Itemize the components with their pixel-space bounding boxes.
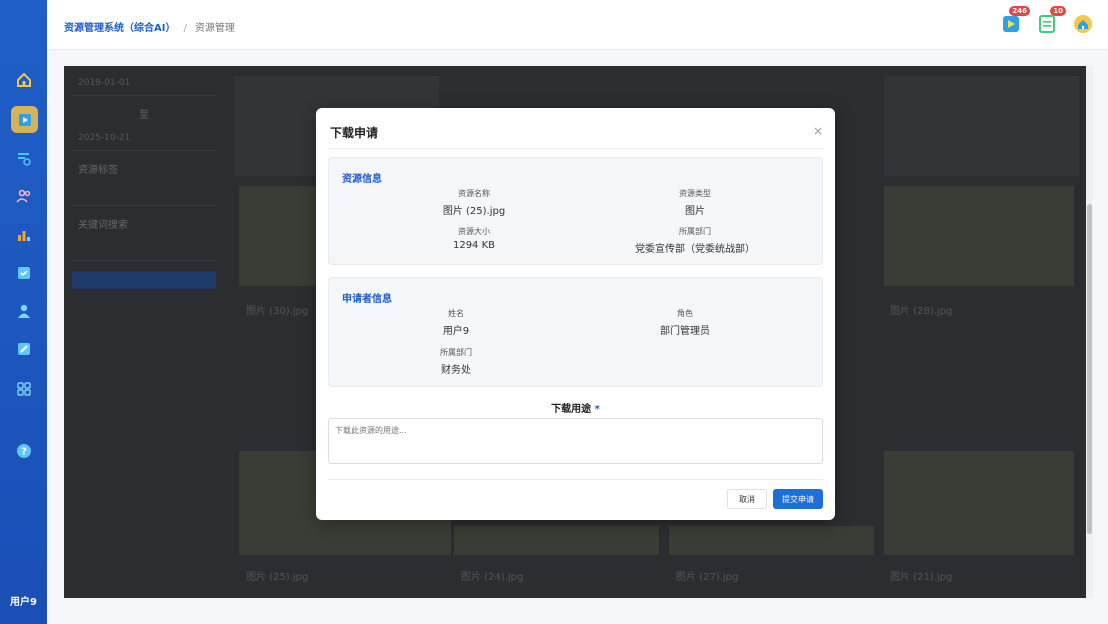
- card: [884, 76, 1079, 176]
- users-icon[interactable]: [0, 183, 47, 209]
- applicant-info-title: 申请者信息: [342, 294, 392, 305]
- required-mark: *: [594, 404, 600, 415]
- resource-label-select: [72, 184, 216, 206]
- applicant-name-label: 姓名: [448, 309, 464, 318]
- applicant-role-label: 角色: [677, 309, 693, 318]
- applicant-dept: 所属部门 财务处: [356, 347, 556, 376]
- applicant-dept-value: 财务处: [441, 365, 471, 376]
- video-badge: 246: [1009, 6, 1030, 16]
- resource-label-title: 资源标签: [78, 165, 118, 176]
- breadcrumb-separator: /: [183, 23, 187, 34]
- card-name: 图片 (24).jpg: [461, 572, 524, 583]
- resource-dept-value: 党委宣传部（党委统战部）: [635, 244, 755, 255]
- date-start: 2019-01-01: [72, 74, 216, 96]
- resource-dept: 所属部门 党委宣传部（党委统战部）: [595, 226, 795, 255]
- list-badge: 10: [1050, 6, 1066, 16]
- divider: [328, 148, 823, 149]
- person-icon[interactable]: [0, 298, 47, 324]
- divider: [328, 479, 823, 480]
- resource-dept-label: 所属部门: [679, 227, 711, 236]
- chart-icon[interactable]: [0, 222, 47, 248]
- resource-size: 资源大小 1294 KB: [374, 226, 574, 251]
- dialog-title: 下载申请: [330, 126, 379, 140]
- applicant-role-value: 部门管理员: [660, 326, 710, 337]
- keyword-title: 关键词搜索: [78, 220, 128, 231]
- purpose-input[interactable]: [328, 418, 823, 464]
- sidebar-user[interactable]: 用户9: [0, 593, 47, 608]
- search-list-icon[interactable]: [0, 146, 47, 172]
- card-name: 图片 (27).jpg: [676, 572, 739, 583]
- top-bar: 资源管理系统（综合AI） / 资源管理 246 10: [47, 0, 1108, 50]
- card-image: [884, 451, 1074, 555]
- card-name: 图片 (21).jpg: [890, 572, 953, 583]
- resource-name-label: 资源名称: [458, 189, 490, 198]
- card-name: 图片 (28).jpg: [890, 306, 953, 317]
- help-icon[interactable]: ?: [0, 438, 47, 464]
- resource-type: 资源类型 图片: [595, 188, 795, 217]
- search-button: [72, 271, 216, 289]
- top-icons: 246 10: [1000, 6, 1094, 35]
- date-end: 2025-10-21: [72, 129, 216, 151]
- resource-type-label: 资源类型: [679, 189, 711, 198]
- resource-info-panel: 资源信息 资源名称 图片 (25).jpg 资源类型 图片 资源大小 1294 …: [328, 157, 823, 265]
- edit-icon[interactable]: [0, 336, 47, 362]
- breadcrumb-current: 资源管理: [194, 23, 235, 34]
- card-image: [239, 186, 317, 286]
- filter-panel: 2019-01-01 至 2025-10-21 资源标签 关键词搜索: [72, 74, 216, 289]
- breadcrumb-system[interactable]: 资源管理系统（综合AI）: [64, 23, 175, 34]
- list-icon[interactable]: 10: [1036, 6, 1066, 35]
- video-icon[interactable]: 246: [1000, 6, 1030, 35]
- card-image: [669, 526, 874, 555]
- home-icon[interactable]: [0, 67, 47, 93]
- submit-button[interactable]: 提交申请: [773, 489, 823, 509]
- card-image: [454, 526, 659, 555]
- applicant-name-value: 用户9: [442, 326, 470, 337]
- cancel-button[interactable]: 取消: [727, 489, 767, 509]
- applicant-name: 姓名 用户9: [356, 308, 556, 337]
- resource-size-value: 1294 KB: [452, 240, 496, 251]
- check-icon[interactable]: [0, 260, 47, 286]
- purpose-label-text: 下载用途: [551, 404, 592, 415]
- download-request-dialog: 下载申请 × 资源信息 资源名称 图片 (25).jpg 资源类型 图片 资源大…: [316, 108, 835, 520]
- scrollbar[interactable]: [1086, 66, 1093, 598]
- card-image: [884, 186, 1074, 286]
- home-icon[interactable]: [1072, 13, 1094, 35]
- resource-name-value: 图片 (25).jpg: [442, 206, 506, 217]
- scrollbar-thumb[interactable]: [1087, 204, 1092, 534]
- keyword-input: [72, 239, 216, 261]
- applicant-role: 角色 部门管理员: [585, 308, 785, 337]
- applicant-info-panel: 申请者信息 姓名 用户9 角色 部门管理员 所属部门 财务处: [328, 277, 823, 387]
- date-to: 至: [139, 110, 149, 121]
- card-name: 图片 (30).jpg: [246, 306, 309, 317]
- purpose-label: 下载用途 *: [316, 400, 835, 415]
- close-icon[interactable]: ×: [813, 124, 823, 138]
- resource-info-title: 资源信息: [342, 174, 382, 185]
- resource-name: 资源名称 图片 (25).jpg: [374, 188, 574, 217]
- breadcrumb: 资源管理系统（综合AI） / 资源管理: [64, 19, 235, 34]
- media-icon[interactable]: [11, 106, 38, 133]
- resource-type-value: 图片: [685, 206, 705, 217]
- sidebar: ? 用户9: [0, 0, 47, 624]
- apps-icon[interactable]: [0, 376, 47, 402]
- card-name: 图片 (25).jpg: [246, 572, 309, 583]
- applicant-dept-label: 所属部门: [440, 348, 472, 357]
- resource-size-label: 资源大小: [458, 227, 490, 236]
- svg-text:?: ?: [21, 447, 27, 458]
